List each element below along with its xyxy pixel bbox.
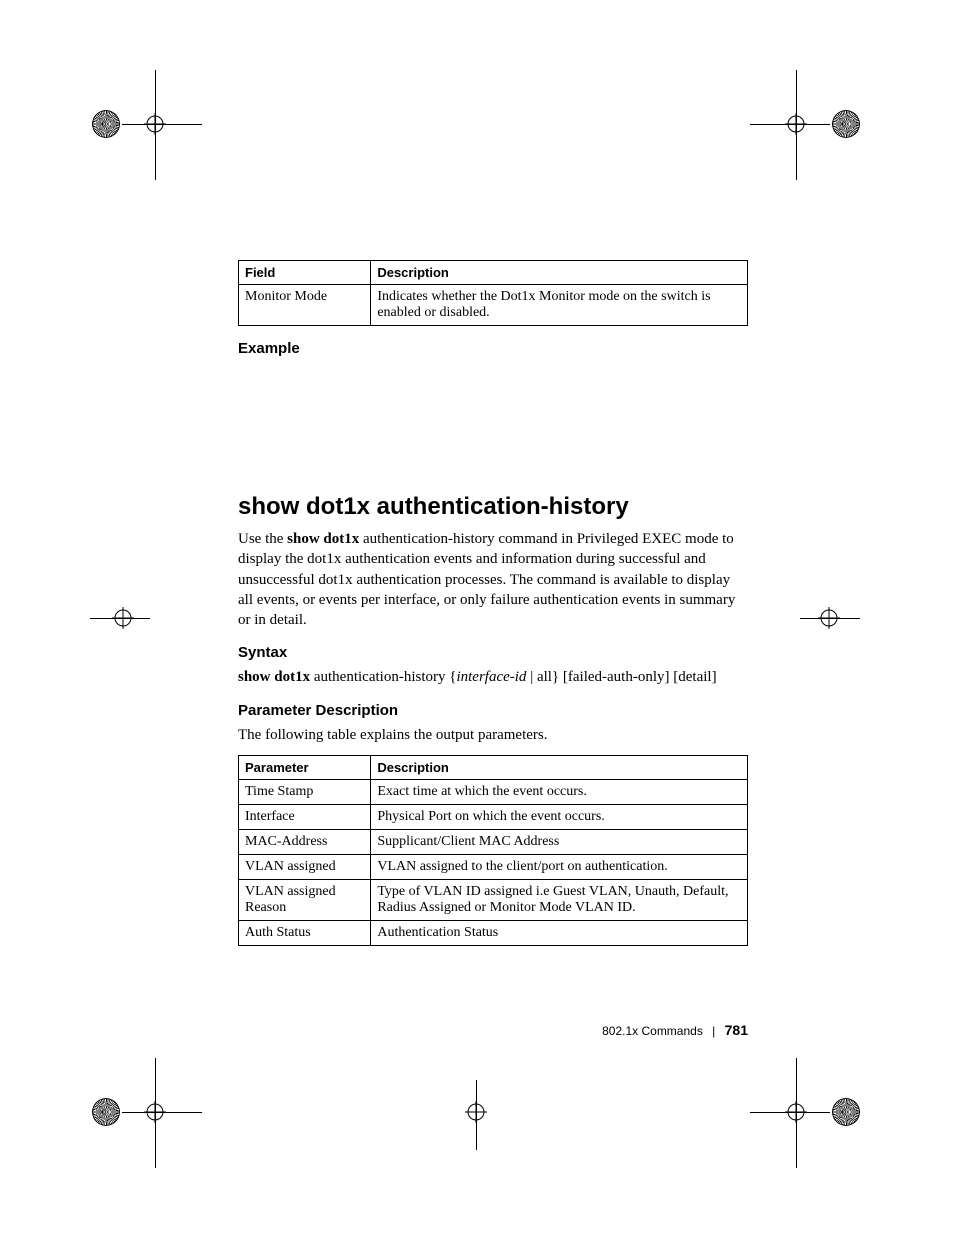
field-description-table: Field Description Monitor Mode Indicates… [238,260,748,326]
table-cell: Supplicant/Client MAC Address [371,829,748,854]
table-cell: VLAN assigned [239,854,371,879]
table-cell: Interface [239,804,371,829]
footer-section: 802.1x Commands [602,1024,703,1038]
footer-separator: | [712,1024,715,1038]
example-heading: Example [238,340,748,357]
text-bold: show dot1x [287,531,359,547]
syntax-heading: Syntax [238,644,748,661]
table-cell: Physical Port on which the event occurs. [371,804,748,829]
table-cell: Authentication Status [371,920,748,945]
table-cell: Auth Status [239,920,371,945]
table-row: Interface Physical Port on which the eve… [239,804,748,829]
crop-register [112,607,134,629]
table-cell: VLAN assigned Reason [239,879,371,920]
table-row: Monitor Mode Indicates whether the Dot1x… [239,285,748,326]
text: authentication-history { [310,669,456,685]
intro-paragraph: Use the show dot1x authentication-histor… [238,529,748,630]
table-cell: MAC-Address [239,829,371,854]
text: | all} [failed-auth-only] [detail] [526,669,716,685]
crop-register [785,113,807,135]
crop-rosette [832,110,860,138]
parameter-description-table: Parameter Description Time Stamp Exact t… [238,755,748,946]
param-intro-paragraph: The following table explains the output … [238,725,748,745]
syntax-line: show dot1x authentication-history {inter… [238,667,748,687]
table-cell: Monitor Mode [239,285,371,326]
table-row: Time Stamp Exact time at which the event… [239,779,748,804]
crop-rosette [92,1098,120,1126]
footer-page-number: 781 [725,1022,748,1038]
crop-rosette [92,110,120,138]
table-header: Description [371,261,748,285]
table-header: Parameter [239,755,371,779]
table-cell: VLAN assigned to the client/port on auth… [371,854,748,879]
page-content: Field Description Monitor Mode Indicates… [238,260,748,946]
table-row: VLAN assigned VLAN assigned to the clien… [239,854,748,879]
table-header: Field [239,261,371,285]
parameter-description-heading: Parameter Description [238,702,748,719]
table-cell: Time Stamp [239,779,371,804]
table-row: MAC-Address Supplicant/Client MAC Addres… [239,829,748,854]
crop-register [818,607,840,629]
table-cell: Indicates whether the Dot1x Monitor mode… [371,285,748,326]
crop-rosette [832,1098,860,1126]
text-bold: show dot1x [238,669,310,685]
page-footer: 802.1x Commands | 781 [238,1022,748,1038]
crop-register [144,1101,166,1123]
crop-register [144,113,166,135]
text: Use the [238,531,287,547]
table-cell: Exact time at which the event occurs. [371,779,748,804]
table-header: Description [371,755,748,779]
command-heading: show dot1x authentication-history [238,493,748,521]
text-italic: interface-id [456,669,526,685]
crop-register [465,1101,487,1123]
table-row: Auth Status Authentication Status [239,920,748,945]
blank-space [238,363,748,493]
table-row: VLAN assigned Reason Type of VLAN ID ass… [239,879,748,920]
table-cell: Type of VLAN ID assigned i.e Guest VLAN,… [371,879,748,920]
crop-register [785,1101,807,1123]
